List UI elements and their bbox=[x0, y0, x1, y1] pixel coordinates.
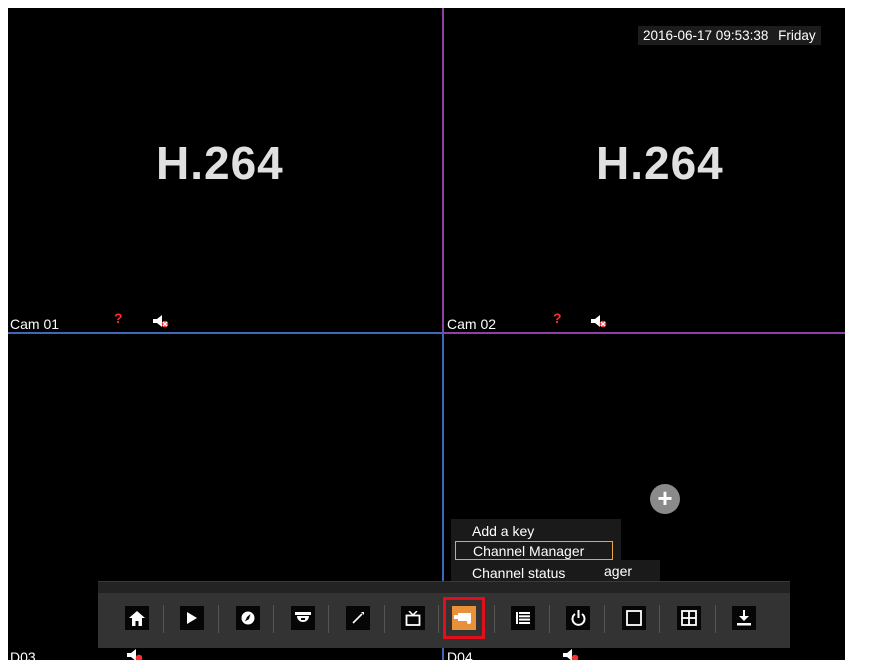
home-icon bbox=[129, 610, 145, 626]
grid-divider-vertical-top bbox=[442, 8, 444, 332]
toolbar-top-strip bbox=[98, 581, 790, 593]
channel-3-label: D03 bbox=[10, 649, 36, 660]
tv-output-button[interactable] bbox=[401, 606, 425, 630]
channel-4-label: D04 bbox=[447, 649, 473, 660]
playback-icon bbox=[187, 612, 197, 624]
channel-manager-tooltip: ager bbox=[602, 560, 660, 582]
ptz-camera-icon bbox=[295, 612, 311, 622]
selected-button-highlight bbox=[443, 597, 485, 639]
magic-wand-icon bbox=[352, 612, 364, 624]
audio-muted-icon bbox=[153, 315, 169, 328]
grid-divider-horizontal-left bbox=[8, 332, 443, 334]
download-icon bbox=[737, 610, 751, 626]
single-view-icon bbox=[626, 610, 642, 626]
live-view-screen: 2016-06-17 09:53:38 Friday H.264 Cam 01 … bbox=[8, 8, 845, 660]
datetime-display: 2016-06-17 09:53:38 Friday bbox=[638, 26, 821, 45]
channel-2-label: Cam 02 bbox=[447, 316, 497, 332]
download-button[interactable] bbox=[732, 606, 756, 630]
power-icon bbox=[571, 610, 585, 626]
compass-icon bbox=[241, 611, 255, 625]
grid-divider-horizontal-right bbox=[443, 332, 845, 334]
record-list-button[interactable] bbox=[511, 606, 535, 630]
quad-view-button[interactable] bbox=[677, 606, 701, 630]
menu-item-channel-manager[interactable]: Channel Manager bbox=[455, 541, 613, 560]
ptz-button[interactable] bbox=[291, 606, 315, 630]
channel-2-codec: H.264 bbox=[596, 137, 724, 189]
menu-item-add-key[interactable]: Add a key bbox=[455, 522, 613, 541]
home-button[interactable] bbox=[125, 606, 149, 630]
compass-button[interactable] bbox=[236, 606, 260, 630]
audio-muted-icon bbox=[563, 649, 579, 660]
single-view-button[interactable] bbox=[622, 606, 646, 630]
playback-button[interactable] bbox=[180, 606, 204, 630]
tv-icon bbox=[405, 610, 421, 626]
channel-1-label: Cam 01 bbox=[10, 316, 60, 332]
channel-1-status-mark: ? bbox=[114, 310, 123, 326]
datetime-date: 2016-06-17 09:53:38 bbox=[643, 28, 769, 43]
channel-1-codec: H.264 bbox=[156, 137, 284, 189]
channel-2-status-mark: ? bbox=[553, 310, 562, 326]
quad-view-icon bbox=[681, 610, 697, 626]
audio-muted-icon bbox=[591, 315, 607, 328]
main-toolbar bbox=[98, 593, 790, 648]
list-icon bbox=[516, 612, 530, 624]
wizard-button[interactable] bbox=[346, 606, 370, 630]
context-menu: Add a key Channel Manager Channel status bbox=[451, 519, 621, 583]
add-channel-button[interactable]: + bbox=[650, 484, 680, 514]
audio-muted-icon bbox=[127, 649, 143, 660]
datetime-weekday: Friday bbox=[778, 28, 816, 43]
power-button[interactable] bbox=[566, 606, 590, 630]
